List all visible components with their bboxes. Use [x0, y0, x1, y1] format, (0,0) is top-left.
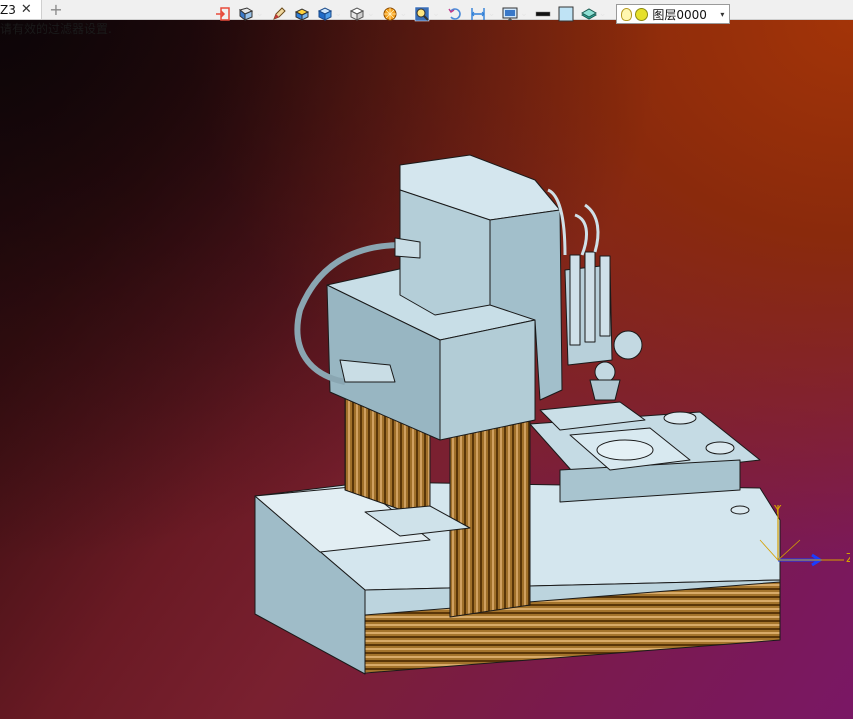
view-toolbar: ⌄ ⌄ ⌄ ⌄ ⌄ ⌄ ⌄ ⌄ 图层0000 ▾: [212, 3, 731, 25]
layer-manager-button[interactable]: ⌄: [578, 4, 610, 24]
chevron-down-icon: ⌄: [432, 9, 440, 19]
line-color-button[interactable]: [532, 4, 554, 24]
zoom-magnifier-icon: [414, 6, 430, 22]
shaded-box-icon: [294, 8, 309, 21]
fill-color-button[interactable]: [555, 4, 577, 24]
chevron-down-icon: ⌄: [367, 9, 375, 19]
line-color-icon: [535, 11, 551, 17]
view-orient-button[interactable]: ⌄: [235, 4, 267, 24]
tab-label: Z3: [0, 2, 16, 17]
chevron-down-icon: ⌄: [520, 9, 528, 19]
exit-button[interactable]: [212, 4, 234, 24]
sun-icon: [383, 7, 397, 21]
pen-icon: [272, 7, 286, 20]
y-axis-label: Y: [773, 503, 782, 517]
chevron-down-icon: ▾: [720, 9, 725, 19]
cube-white-icon: [349, 7, 365, 21]
view-orient-icon: [238, 7, 254, 22]
filter-hint-text: 请有效的过滤器设置.: [0, 22, 112, 36]
chevron-down-icon: ⌄: [399, 9, 408, 19]
cad-model: [254, 154, 781, 675]
fill-color-icon: [558, 6, 574, 22]
z-axis-label: Z: [846, 551, 850, 565]
display-button[interactable]: ⌄: [499, 4, 531, 24]
exit-icon: [216, 7, 230, 21]
dimension-button[interactable]: ⌄: [467, 4, 499, 24]
rotate-icon: [448, 8, 461, 20]
cube-blue-icon: [317, 7, 332, 21]
chevron-down-icon: ⌄: [487, 9, 496, 19]
chevron-down-icon: ⌄: [598, 9, 607, 19]
layer-select[interactable]: 图层0000 ▾: [616, 4, 731, 24]
zoom-button[interactable]: ⌄: [411, 4, 443, 24]
rotate-button[interactable]: [444, 4, 466, 24]
chevron-down-icon: ⌄: [334, 9, 343, 19]
axis-triad: Y Z: [759, 503, 850, 567]
dimension-icon: [471, 8, 485, 20]
render-mode-button[interactable]: ⌄: [314, 4, 346, 24]
machine-body: [254, 154, 781, 675]
triad-frame: [759, 539, 801, 561]
lighting-button[interactable]: ⌄: [379, 4, 411, 24]
layer-select-value: 图层0000: [652, 7, 707, 22]
view-cube-button[interactable]: ⌄: [346, 4, 378, 24]
shaded-button[interactable]: [291, 4, 313, 24]
close-icon[interactable]: ✕: [21, 3, 32, 16]
layer-color-icon: [635, 7, 649, 21]
monitor-icon: [502, 7, 518, 21]
layer-stack-icon: [580, 8, 597, 20]
add-tab-icon[interactable]: +: [42, 0, 70, 19]
chevron-down-icon: ⌄: [256, 9, 264, 19]
tab-document[interactable]: Z3 ✕: [0, 0, 42, 19]
sketch-button[interactable]: [268, 4, 290, 24]
bulb-icon: [621, 7, 633, 21]
